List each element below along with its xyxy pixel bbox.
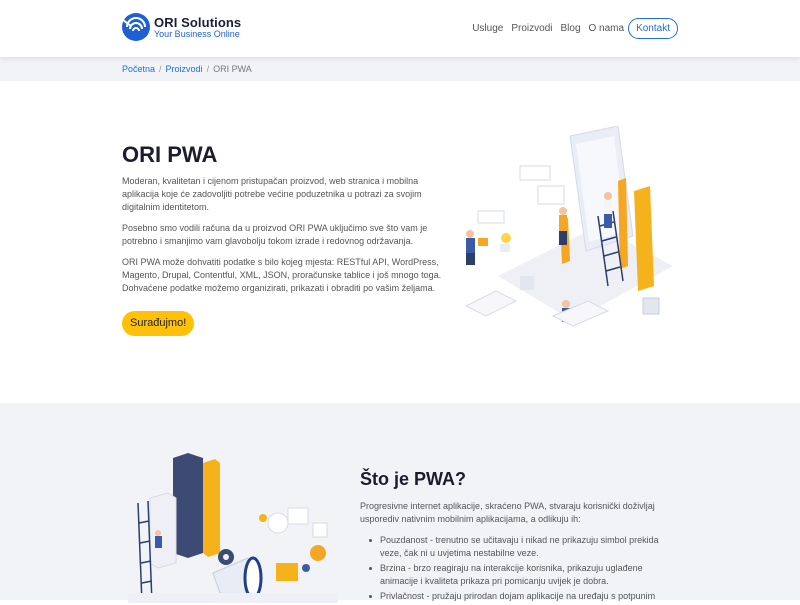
site-header: ORI Solutions Your Business Online Uslug… — [0, 0, 800, 57]
brand-name: ORI Solutions — [154, 14, 242, 30]
section-title: Što je PWA? — [360, 469, 467, 489]
hero-paragraph: Posebno smo vodili računa da u proizvod … — [122, 223, 428, 246]
nav-item-proizvodi[interactable]: Proizvodi — [511, 23, 552, 34]
page-title: ORI PWA — [122, 142, 218, 167]
marketing-illustration — [128, 453, 338, 603]
main-nav: Usluge Proizvodi Blog O nama Kontakt — [464, 18, 678, 39]
brand-logo[interactable]: ORI Solutions Your Business Online — [121, 12, 241, 42]
nav-item-blog[interactable]: Blog — [560, 23, 580, 34]
section-intro: Progresivne internet aplikacije, skraćen… — [360, 501, 655, 524]
hero-paragraph: Moderan, kvalitetan i cijenom pristupača… — [122, 176, 422, 212]
breadcrumb-separator: / — [206, 64, 210, 74]
cta-button[interactable]: Surađujmo! — [122, 311, 195, 336]
nav-item-o-nama[interactable]: O nama — [589, 23, 625, 34]
hero-illustration — [464, 126, 673, 327]
breadcrumb-section-link[interactable]: Proizvodi — [166, 64, 203, 74]
list-item: Brzina - brzo reagiraju na interakcije k… — [360, 562, 660, 588]
contact-button[interactable]: Kontakt — [628, 18, 678, 39]
breadcrumb-separator: / — [159, 64, 162, 74]
hero-paragraph: ORI PWA može dohvatiti podatke s bilo ko… — [122, 257, 442, 293]
ori-logo-icon — [122, 13, 150, 41]
brand-tagline: Your Business Online — [154, 28, 240, 39]
breadcrumb: Početna / Proizvodi / ORI PWA — [122, 64, 252, 74]
breadcrumb-bar: Početna / Proizvodi / ORI PWA — [0, 57, 800, 81]
feature-list: Pouzdanost - trenutno se učitavaju i nik… — [360, 534, 660, 605]
breadcrumb-home-link[interactable]: Početna — [122, 64, 155, 74]
pwa-section: Što je PWA? Progresivne internet aplikac… — [0, 403, 800, 603]
nav-item-usluge[interactable]: Usluge — [472, 23, 503, 34]
breadcrumb-current: ORI PWA — [213, 64, 252, 74]
list-item: Privlačnost - pružaju prirodan dojam apl… — [360, 590, 660, 603]
hero-section: ORI PWA Moderan, kvalitetan i cijenom pr… — [0, 81, 800, 403]
hero-copy: Moderan, kvalitetan i cijenom pristupača… — [122, 175, 442, 303]
list-item: Pouzdanost - trenutno se učitavaju i nik… — [360, 534, 660, 560]
